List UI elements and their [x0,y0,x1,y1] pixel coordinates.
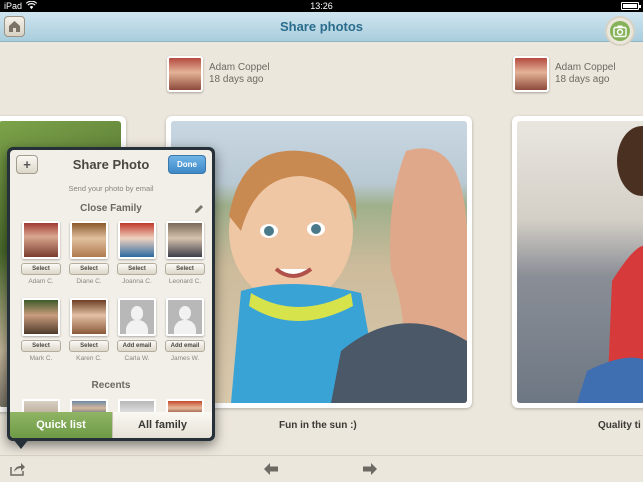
placeholder-avatar-icon [118,298,156,336]
contact-item: Select Karen C. [69,298,109,362]
contact-item: Select Mark C. [21,298,61,362]
share-icon[interactable] [10,462,26,476]
popover-header: + Share Photo Done [10,150,212,180]
contact-avatar [70,298,108,336]
clock: 13:26 [310,1,333,11]
battery-icon [621,2,641,10]
next-arrow-icon[interactable] [363,463,377,475]
tab-all-family[interactable]: All family [112,412,212,438]
photo-image [171,121,467,403]
contact-avatar [70,221,108,259]
done-button[interactable]: Done [168,155,206,174]
contact-name: Joanna C. [122,278,152,285]
tab-quick-list[interactable]: Quick list [10,412,112,438]
contact-name: Carla W. [124,355,150,362]
select-button[interactable]: Select [69,263,109,275]
contact-item: Add email Carla W. [117,298,157,362]
photo-card-right[interactable] [512,116,643,408]
popover-arrow [13,439,29,449]
contact-item: Select Adam C. [21,221,61,285]
popover-subtitle: Send your photo by email [68,184,154,193]
poster-time: 18 days ago [555,74,610,85]
contact-name: Karen C. [76,355,102,362]
camera-button[interactable] [605,16,635,46]
select-button[interactable]: Select [21,263,61,275]
contact-name: Mark C. [29,355,53,362]
contact-name: James W. [170,355,200,362]
contact-item: Select Leonard C. [165,221,205,285]
contact-item: Select Diane C. [69,221,109,285]
contact-avatar [166,221,204,259]
popover-tab-bar: Quick list All family [10,412,212,438]
add-email-button[interactable]: Add email [165,340,205,352]
contact-avatar [22,221,60,259]
poster-name: Adam Coppel [209,62,270,73]
camera-icon [613,25,627,38]
previous-arrow-icon[interactable] [264,463,278,475]
add-email-button[interactable]: Add email [117,340,157,352]
contact-avatar [22,298,60,336]
select-button[interactable]: Select [117,263,157,275]
contact-item: Select Joanna C. [117,221,157,285]
nav-bar: Share photos [0,12,643,46]
contact-name: Leonard C. [168,278,202,285]
poster-name: Adam Coppel [555,62,616,73]
bottom-toolbar [0,455,643,482]
page-title: Share photos [279,19,364,34]
section-title-family: Close Family [80,203,142,214]
poster-time: 18 days ago [209,74,264,85]
avatar[interactable] [513,56,549,92]
select-button[interactable]: Select [21,340,61,352]
select-button[interactable]: Select [165,263,205,275]
contact-avatar [118,221,156,259]
status-bar: iPad 13:26 [0,0,643,12]
contact-name: Adam C. [28,278,54,285]
pencil-icon[interactable] [194,204,204,214]
photo-caption: Quality ti [598,420,641,431]
share-popover: + Share Photo Done Send your photo by em… [7,147,215,441]
select-button[interactable]: Select [69,340,109,352]
photo-image [517,121,643,403]
photo-caption: Fun in the sun :) [279,420,357,431]
contact-name: Diane C. [76,278,102,285]
contact-item: Add email James W. [165,298,205,362]
avatar[interactable] [167,56,203,92]
section-title-recents: Recents [91,380,131,391]
placeholder-avatar-icon [166,298,204,336]
